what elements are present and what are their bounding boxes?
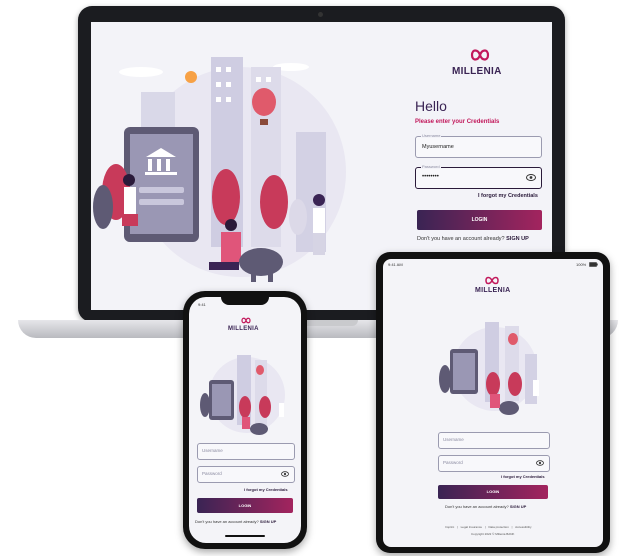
tablet-no-account-text: Don't you have an account already? (445, 504, 509, 509)
phone-password-field[interactable]: Password (197, 466, 295, 483)
phone-password-placeholder: Password (202, 471, 222, 476)
tablet-battery: 100% (576, 262, 587, 267)
tablet-password-field[interactable]: Password (438, 455, 550, 472)
login-button[interactable]: LOGIN (417, 210, 542, 230)
eye-icon[interactable] (281, 471, 289, 477)
phone-username-field[interactable]: Username (197, 443, 295, 460)
forgot-credentials-link[interactable]: I forgot my Credentials (478, 193, 538, 199)
millenia-logo-icon (241, 317, 251, 324)
phone-no-account-text: Don't you have an account already? (195, 519, 259, 524)
no-account-text: Don't you have an account already? (417, 236, 505, 242)
footer-link-legal[interactable]: Legal Insurance (461, 525, 482, 529)
brand-name: MILLENIA (228, 326, 259, 332)
tablet-footer-links: Imprint | Legal Insurance | Data protect… (445, 525, 532, 529)
tablet-copyright: Copyright 2022 © Millenia BANK (471, 532, 515, 536)
phone-username-placeholder: Username (202, 448, 223, 453)
phone-screen: 9:41 MILLENIA Username Password I forgot… (189, 297, 301, 543)
tablet-illustration (439, 322, 539, 415)
footer-link-data-protection[interactable]: Data protection (488, 525, 508, 529)
login-button-label: LOGIN (471, 217, 488, 223)
piggy-bank-icon (239, 248, 283, 282)
phone-notch (221, 296, 269, 305)
phone-login-label: LOGIN (238, 503, 252, 508)
phone-signup-link[interactable]: SIGN UP (260, 519, 276, 524)
tablet-password-placeholder: Password (443, 460, 463, 465)
phone-time: 9:41 (198, 302, 206, 307)
tablet-signup-prompt: Don't you have an account already? SIGN … (445, 504, 526, 509)
password-label: Password (421, 164, 441, 169)
millenia-logo-icon (485, 276, 499, 285)
brand-name: MILLENIA (475, 287, 511, 294)
footer-link-imprint[interactable]: Imprint (445, 525, 454, 529)
laptop-camera (318, 12, 323, 17)
phone-home-indicator (225, 535, 265, 537)
phone-login-button[interactable]: LOGIN (197, 498, 293, 513)
tablet-signup-link[interactable]: SIGN UP (510, 504, 526, 509)
millenia-logo-icon (470, 49, 490, 61)
brand-name: MILLENIA (452, 66, 502, 77)
phone-illustration (200, 355, 285, 435)
signup-prompt: Don't you have an account already? SIGN … (417, 236, 529, 242)
footer-link-accessibility[interactable]: Accessibility (515, 525, 531, 529)
hello-heading: Hello (415, 98, 447, 114)
laptop-illustration (93, 57, 346, 282)
password-value: •••••••• (422, 174, 439, 180)
phone-signup-prompt: Don't you have an account already? SIGN … (195, 519, 276, 524)
sun-icon (185, 71, 197, 83)
battery-icon (589, 262, 598, 267)
eye-icon[interactable] (526, 174, 536, 181)
credentials-subtitle: Please enter your Credentials (415, 119, 500, 125)
password-field[interactable]: Password •••••••• (415, 164, 542, 189)
tablet-username-field[interactable]: Username (438, 432, 550, 449)
eye-icon[interactable] (536, 460, 544, 466)
phone-forgot-link[interactable]: I forgot my Credentials (244, 487, 288, 492)
tablet-time: 9:41 AM (388, 262, 403, 267)
username-value: Myusername (422, 144, 454, 150)
tablet-login-button[interactable]: LOGIN (438, 485, 548, 499)
tablet-forgot-link[interactable]: I forgot my Credentials (501, 474, 545, 479)
tablet-username-placeholder: Username (443, 437, 464, 442)
tablet-screen: 9:41 AM 100% MILLENIA Username Password … (383, 259, 603, 547)
tablet-login-label: LOGIN (486, 489, 500, 494)
signup-link[interactable]: SIGN UP (506, 236, 529, 242)
username-field[interactable]: Username Myusername (415, 133, 542, 158)
username-label: Username (421, 133, 442, 138)
